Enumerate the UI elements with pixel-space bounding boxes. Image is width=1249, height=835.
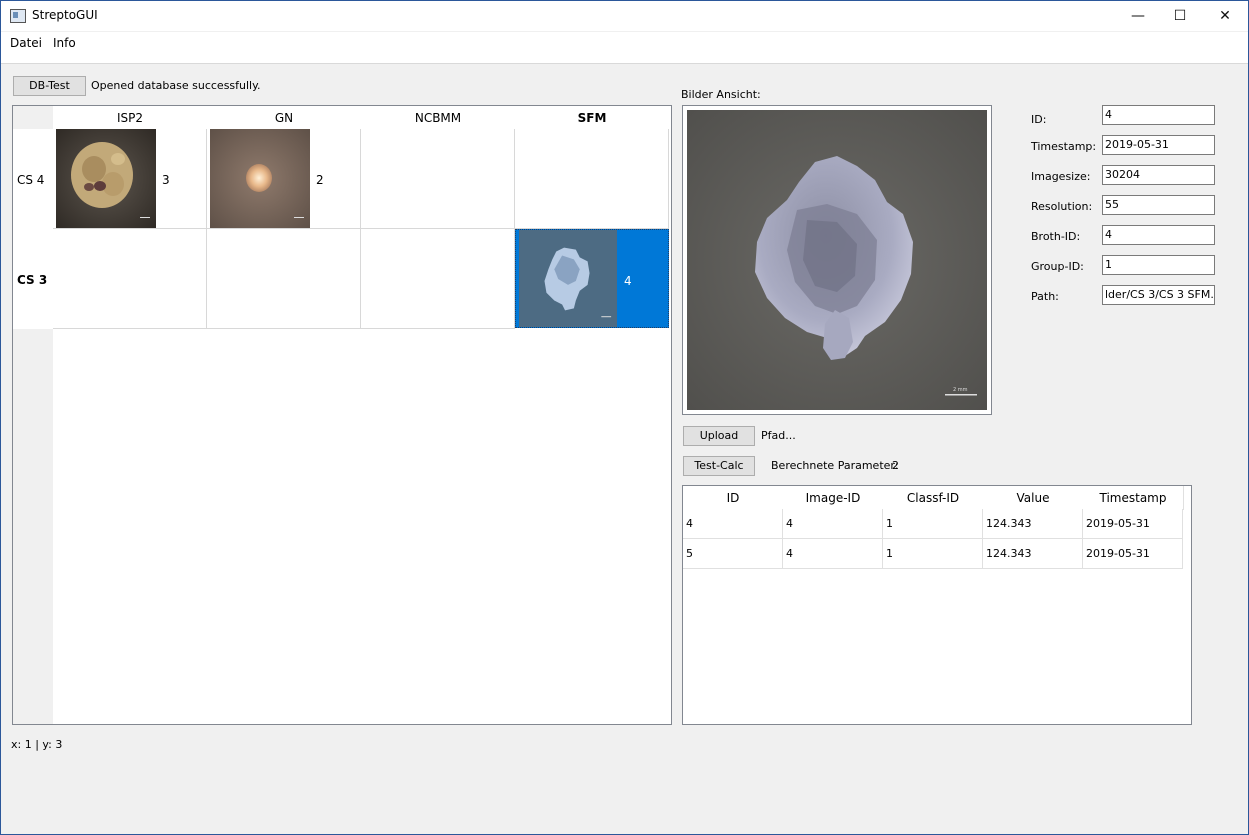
app-icon [10, 9, 26, 23]
column-header-isp2[interactable]: ISP2 [53, 111, 207, 125]
grid-cell-cs3-gn[interactable] [207, 229, 361, 329]
colony-thumbnail [210, 129, 310, 228]
broth-id-label: Broth-ID: [1031, 230, 1081, 243]
cell-count: 3 [162, 173, 170, 187]
table-header-id[interactable]: ID [683, 486, 784, 510]
table-cell: 2019-05-31 [1083, 509, 1183, 539]
table-cell: 4 [783, 539, 883, 569]
path-field[interactable]: lder/CS 3/CS 3 SFM.tif [1102, 285, 1215, 305]
resolution-field[interactable]: 55 [1102, 195, 1215, 215]
test-calc-button[interactable]: Test-Calc [683, 456, 755, 476]
calc-params-count: 2 [892, 459, 899, 472]
imagesize-label: Imagesize: [1031, 170, 1091, 183]
id-label: ID: [1031, 113, 1047, 126]
main-window: StreptoGUI — ☐ ✕ Datei Info DB-Test Open… [0, 0, 1249, 835]
grid-cell-cs4-sfm[interactable] [515, 129, 669, 229]
row-header-cs4-label: CS 4 [17, 173, 45, 187]
column-header-sfm[interactable]: SFM [515, 111, 669, 125]
maximize-button[interactable]: ☐ [1157, 1, 1203, 31]
menu-bar: Datei Info [1, 32, 1248, 52]
grid-cell-cs4-ncbmm[interactable] [361, 129, 515, 229]
timestamp-field[interactable]: 2019-05-31 [1102, 135, 1215, 155]
cell-count: 4 [624, 274, 632, 288]
grid-cell-cs3-sfm[interactable]: 4 [515, 229, 669, 328]
colony-thumbnail [519, 230, 617, 327]
image-viewer: 2 mm [682, 105, 992, 415]
minimize-button[interactable]: — [1115, 1, 1161, 31]
grid-cell-cs3-ncbmm[interactable] [361, 229, 515, 329]
table-header-image-id[interactable]: Image-ID [783, 486, 884, 510]
table-header-classf-id[interactable]: Classf-ID [883, 486, 984, 510]
table-cell: 124.343 [983, 539, 1083, 569]
table-cell: 5 [683, 539, 783, 569]
imagesize-field[interactable]: 30204 [1102, 165, 1215, 185]
grid-cell-cs3-isp2[interactable] [53, 229, 207, 329]
upload-path-text: Pfad... [761, 429, 796, 442]
grid-cell-cs4-isp2[interactable]: 3 [53, 129, 207, 229]
table-cell: 2019-05-31 [1083, 539, 1183, 569]
status-coordinates: x: 1 | y: 3 [11, 738, 63, 751]
broth-id-field[interactable]: 4 [1102, 225, 1215, 245]
menu-file[interactable]: Datei [10, 36, 42, 50]
close-button[interactable]: ✕ [1202, 1, 1248, 31]
db-status-text: Opened database successfully. [91, 79, 261, 92]
table-cell: 4 [783, 509, 883, 539]
viewer-label: Bilder Ansicht: [681, 88, 761, 101]
colony-thumbnail [56, 129, 156, 228]
id-field[interactable]: 4 [1102, 105, 1215, 125]
row-header-cs4[interactable]: CS 4 [13, 129, 53, 229]
table-cell: 1 [883, 539, 983, 569]
parameters-table[interactable]: ID Image-ID Classf-ID Value Timestamp 4 … [682, 485, 1192, 725]
image-grid[interactable]: ISP2 GN NCBMM SFM CS 4 CS 3 3 2 4 [12, 105, 672, 725]
table-header-timestamp[interactable]: Timestamp [1083, 486, 1184, 510]
title-bar: StreptoGUI — ☐ ✕ [1, 1, 1248, 31]
upload-button[interactable]: Upload [683, 426, 755, 446]
resolution-label: Resolution: [1031, 200, 1093, 213]
toolbar-strip [1, 52, 1248, 64]
table-header-value[interactable]: Value [983, 486, 1084, 510]
table-cell: 124.343 [983, 509, 1083, 539]
calc-params-label: Berechnete Parameter: [771, 459, 899, 472]
window-title: StreptoGUI [32, 8, 98, 22]
row-header-cs3[interactable]: CS 3 [13, 229, 53, 329]
timestamp-label: Timestamp: [1031, 140, 1097, 153]
group-id-label: Group-ID: [1031, 260, 1084, 273]
column-header-ncbmm[interactable]: NCBMM [361, 111, 515, 125]
cell-count: 2 [316, 173, 324, 187]
table-cell: 1 [883, 509, 983, 539]
scale-bar-label: 2 mm [953, 387, 968, 393]
column-header-gn[interactable]: GN [207, 111, 361, 125]
menu-info[interactable]: Info [53, 36, 76, 50]
row-header-cs3-label: CS 3 [17, 273, 48, 287]
table-cell: 4 [683, 509, 783, 539]
db-test-button[interactable]: DB-Test [13, 76, 86, 96]
path-label: Path: [1031, 290, 1059, 303]
group-id-field[interactable]: 1 [1102, 255, 1215, 275]
colony-image: 2 mm [687, 110, 987, 410]
grid-cell-cs4-gn[interactable]: 2 [207, 129, 361, 229]
